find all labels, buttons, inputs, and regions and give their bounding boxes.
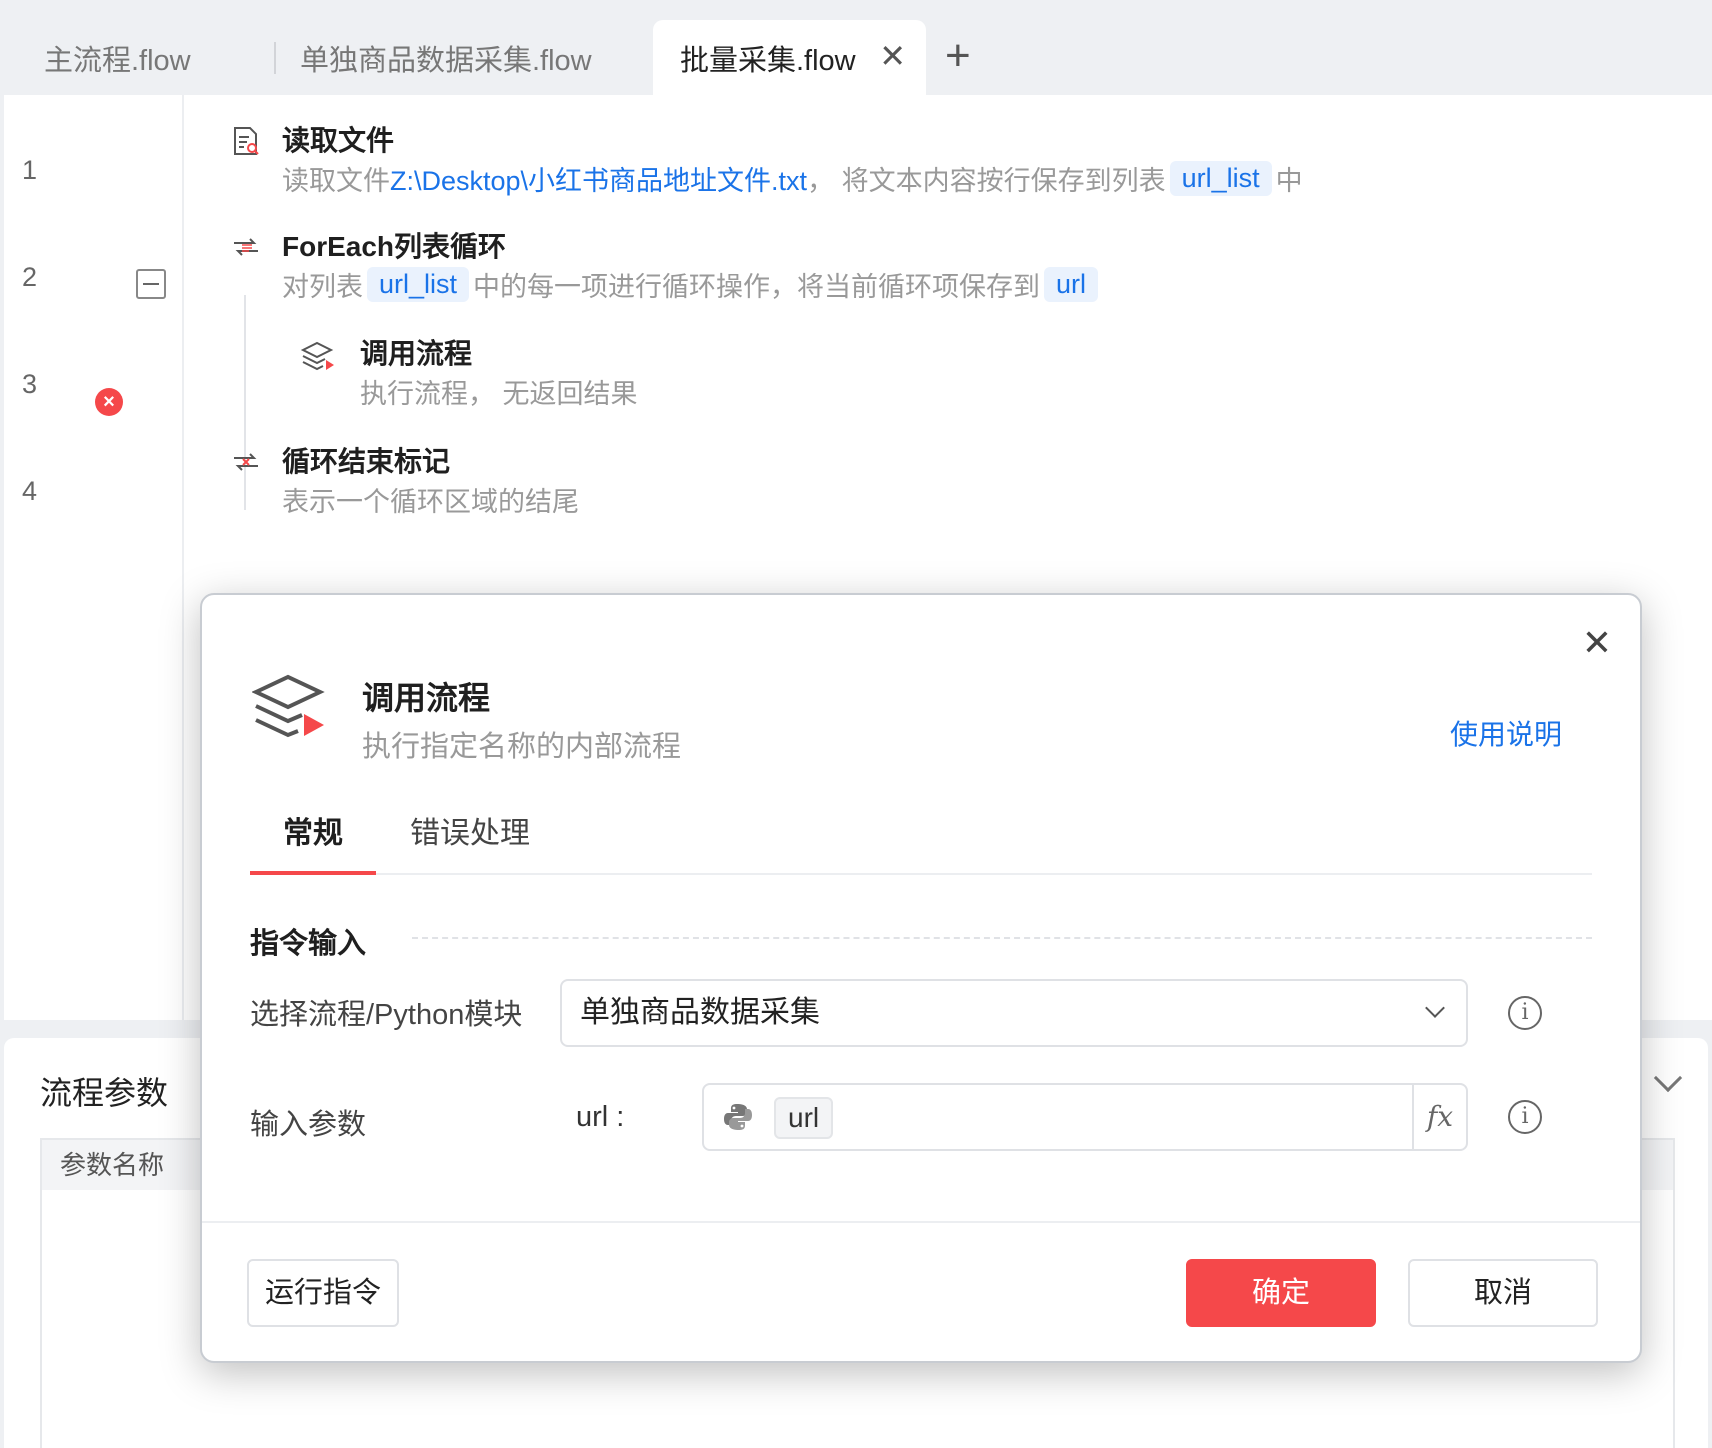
- line-number: 2: [22, 262, 38, 292]
- command-title: ForEach列表循环: [282, 231, 507, 262]
- tab-error-handling[interactable]: 错误处理: [410, 805, 530, 875]
- tab-single-product-flow[interactable]: 单独商品数据采集.flow: [300, 20, 592, 95]
- command-description: 对列表 url_list 中的每一项进行循环操作，将当前循环项保存到 url: [282, 265, 1102, 304]
- loop-end-icon: [234, 453, 258, 471]
- close-icon[interactable]: ✕: [1582, 625, 1612, 661]
- desc-text: 中: [1275, 166, 1303, 196]
- input-params-label: 输入参数: [250, 1109, 367, 1141]
- desc-text: 读取文件: [282, 166, 390, 196]
- call-flow-icon: [300, 341, 334, 371]
- add-tab-icon[interactable]: +: [945, 34, 971, 78]
- variable-chip[interactable]: url: [774, 1097, 834, 1139]
- tab-close-icon[interactable]: ✕: [879, 40, 906, 72]
- footer-divider: [202, 1221, 1640, 1223]
- cancel-button[interactable]: 取消: [1408, 1259, 1598, 1327]
- variable-chip[interactable]: url_list: [1169, 161, 1272, 196]
- chevron-down-icon: [1425, 998, 1445, 1018]
- dialog-tabs: 常规 错误处理: [250, 805, 1592, 875]
- line-gutter: 1 2 3 × 4: [4, 95, 184, 1020]
- info-icon[interactable]: i: [1508, 996, 1542, 1030]
- command-title: 调用流程: [360, 338, 473, 369]
- flow-select[interactable]: 单独商品数据采集: [560, 979, 1468, 1047]
- tab-main-flow[interactable]: 主流程.flow: [44, 20, 191, 95]
- dialog-subtitle: 执行指定名称的内部流程: [362, 731, 682, 763]
- call-flow-dialog: ✕ 调用流程 执行指定名称的内部流程 使用说明 常规 错误处理 指令输入 选择流…: [200, 593, 1642, 1363]
- command-title: 循环结束标记: [282, 446, 451, 477]
- desc-text: 中的每一项进行循环操作，将当前循环项保存到: [473, 272, 1041, 302]
- command-description: 执行流程， 无返回结果: [360, 379, 638, 409]
- error-icon[interactable]: ×: [95, 388, 123, 416]
- python-icon: [724, 1104, 752, 1130]
- command-title: 读取文件: [282, 125, 395, 156]
- tab-separator: [274, 42, 276, 74]
- select-flow-label: 选择流程/Python模块: [250, 999, 523, 1031]
- fx-icon[interactable]: fx: [1412, 1085, 1466, 1149]
- tab-general[interactable]: 常规: [250, 805, 376, 875]
- tab-batch-flow[interactable]: 批量采集.flow ✕: [653, 20, 926, 95]
- dialog-title: 调用流程: [362, 680, 491, 716]
- run-command-button[interactable]: 运行指令: [247, 1259, 399, 1327]
- line-number: 4: [22, 476, 38, 506]
- variable-chip[interactable]: url_list: [367, 267, 470, 302]
- section-title: 指令输入: [250, 928, 367, 960]
- flow-select-value: 单独商品数据采集: [580, 996, 820, 1029]
- line-number: 3: [22, 369, 38, 399]
- foreach-loop-icon: [234, 238, 258, 256]
- tab-bar: 主流程.flow 单独商品数据采集.flow 批量采集.flow ✕ +: [0, 0, 1712, 95]
- chevron-down-icon[interactable]: [1653, 1063, 1683, 1093]
- param-name-label: url :: [576, 1101, 625, 1133]
- command-description: 读取文件 Z:\Desktop\小红书商品地址文件.txt ， 将文本内容按行保…: [282, 159, 1303, 198]
- line-number: 1: [22, 155, 38, 185]
- param-url-input[interactable]: url fx: [702, 1083, 1468, 1151]
- params-panel-title: 流程参数: [40, 1075, 169, 1111]
- help-link[interactable]: 使用说明: [1450, 713, 1562, 753]
- read-file-icon: [234, 127, 259, 155]
- confirm-button[interactable]: 确定: [1186, 1259, 1376, 1327]
- collapse-icon[interactable]: [136, 269, 166, 299]
- command-description: 表示一个循环区域的结尾: [282, 487, 579, 517]
- call-flow-icon: [252, 674, 325, 738]
- desc-text: ， 将文本内容按行保存到列表: [807, 166, 1166, 196]
- variable-chip[interactable]: url: [1044, 267, 1099, 302]
- desc-text: 对列表: [282, 272, 363, 302]
- info-icon[interactable]: i: [1508, 1100, 1542, 1134]
- section-divider: [412, 937, 1592, 939]
- tab-batch-flow-label: 批量采集.flow: [680, 44, 856, 77]
- file-path-link[interactable]: Z:\Desktop\小红书商品地址文件.txt: [390, 159, 807, 198]
